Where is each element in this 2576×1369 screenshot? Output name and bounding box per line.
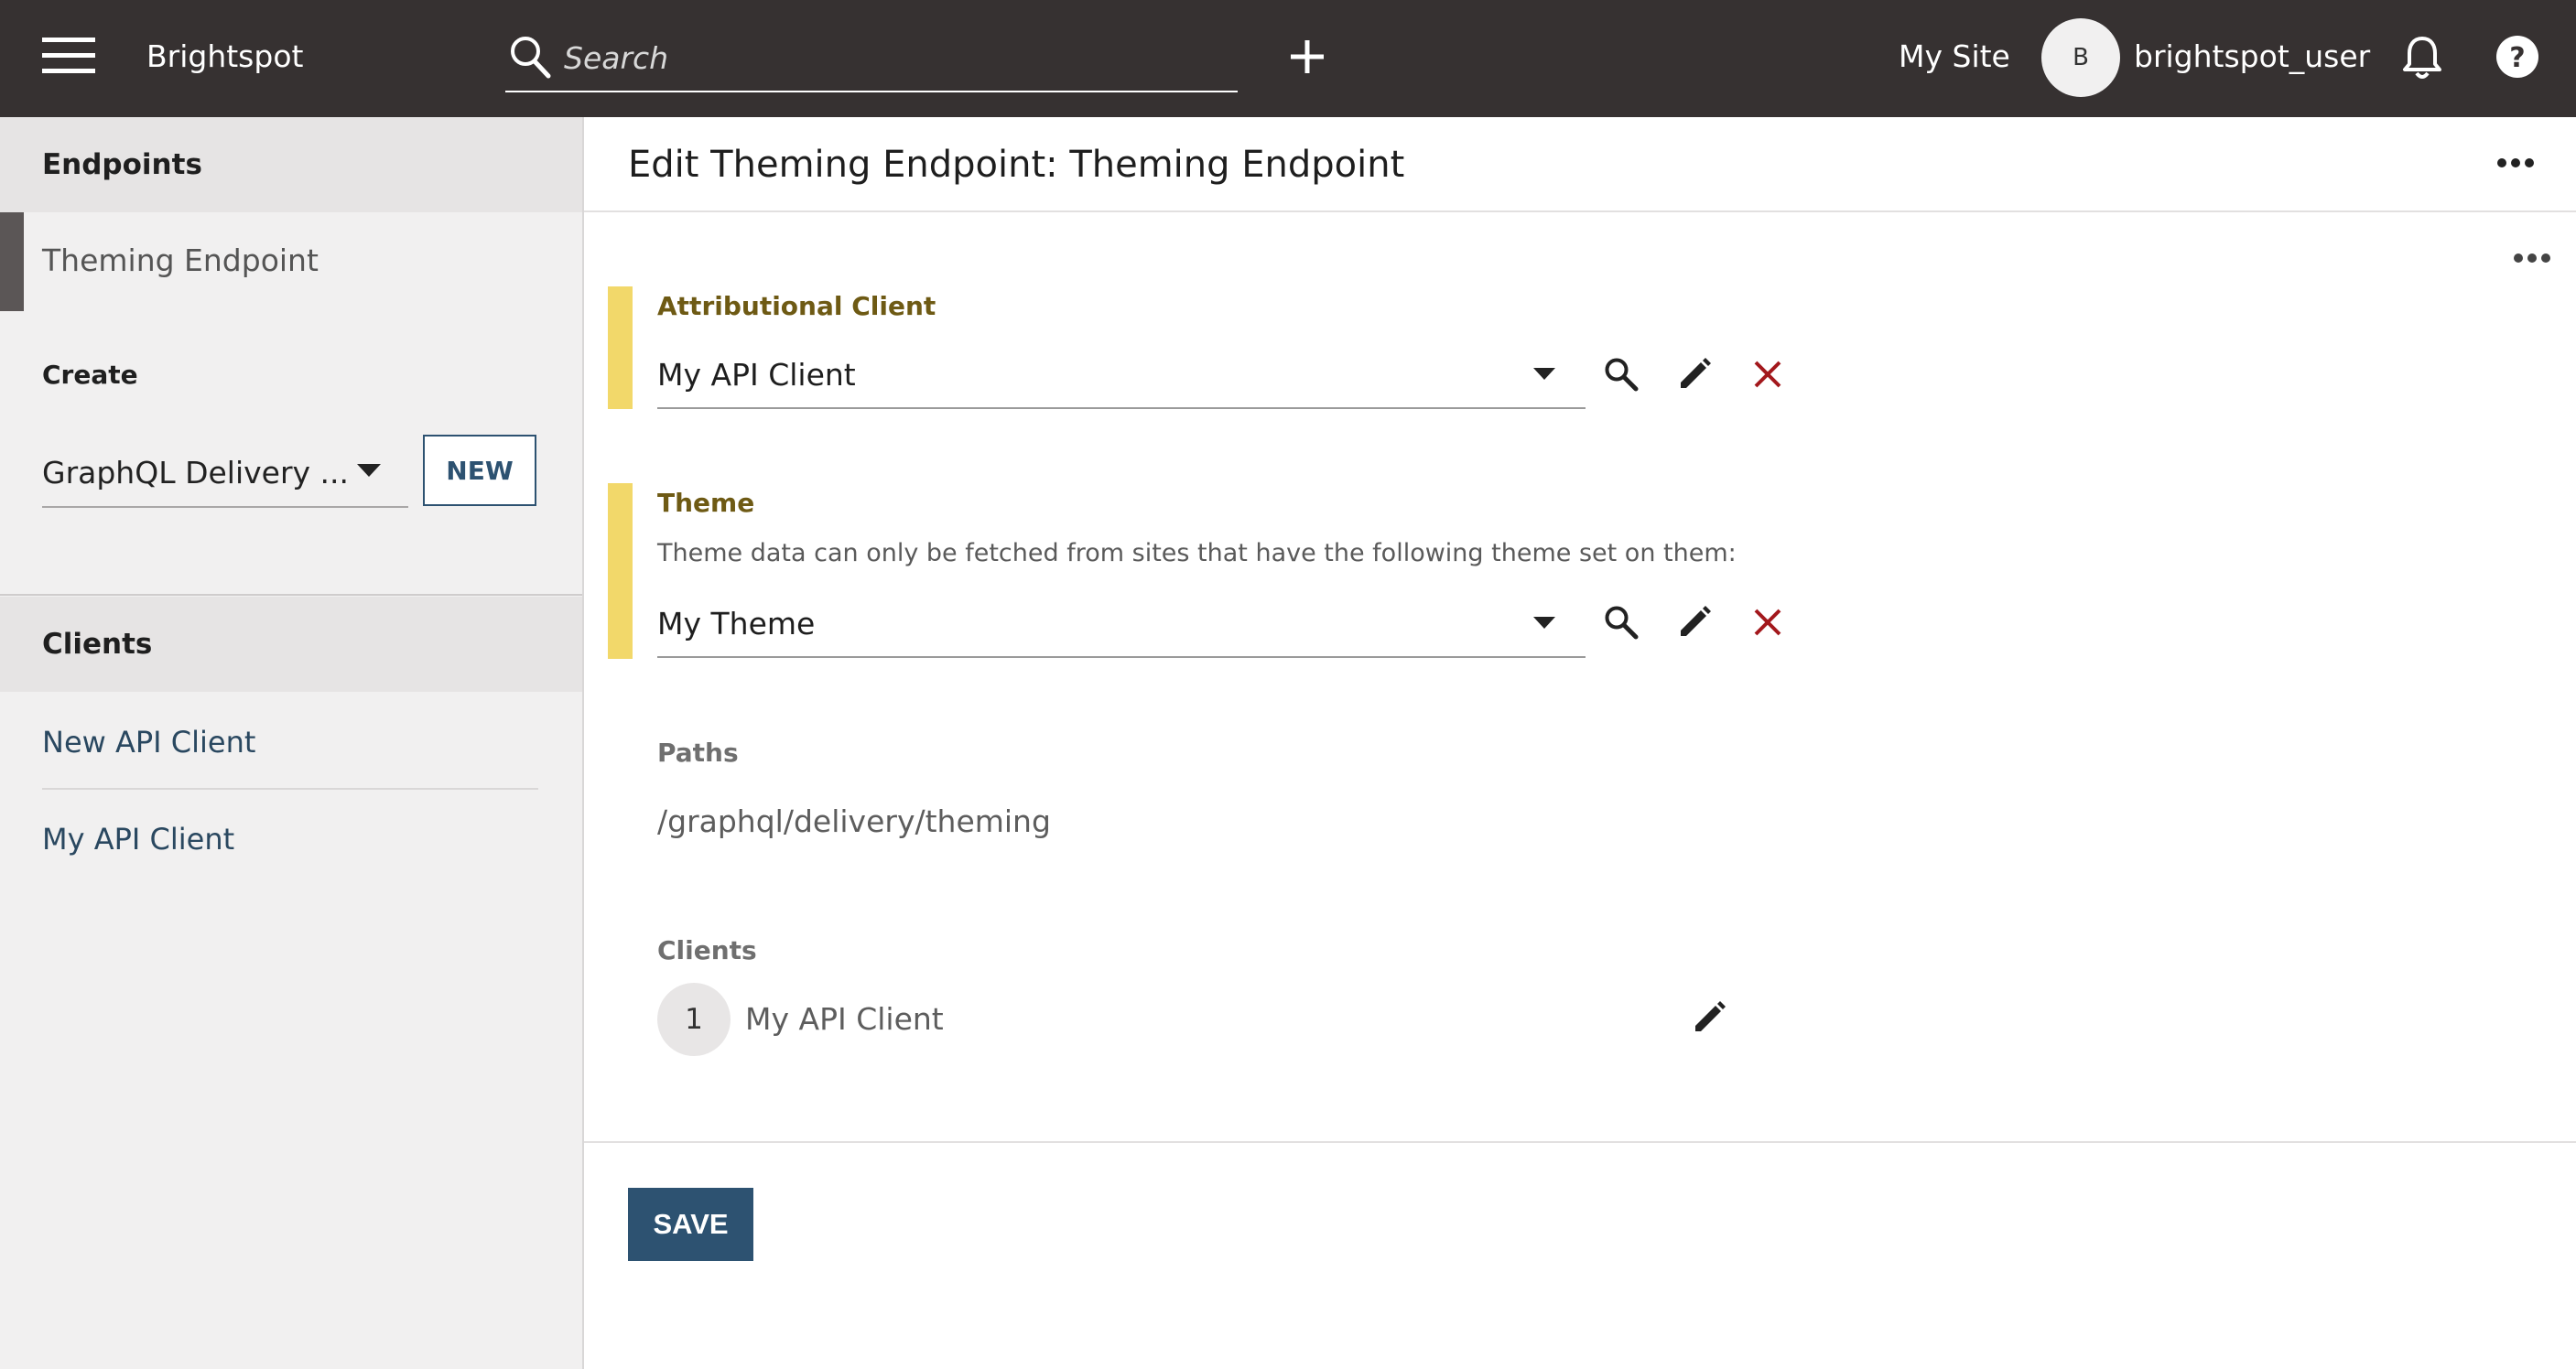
more-icon[interactable] xyxy=(2513,253,2551,264)
list-index-badge: 1 xyxy=(657,983,731,1056)
create-select-underline xyxy=(42,506,408,508)
search-input[interactable]: Search xyxy=(564,40,668,76)
dropdown-arrow-icon[interactable] xyxy=(1533,368,1555,380)
site-selector[interactable]: My Site xyxy=(1899,41,2010,71)
username[interactable]: brightspot_user xyxy=(2134,41,2370,71)
sidebar-item-theming-endpoint[interactable]: Theming Endpoint xyxy=(42,243,319,278)
sidebar-item-new-api-client[interactable]: New API Client xyxy=(42,725,255,760)
selected-indicator xyxy=(0,212,24,311)
page-title: Edit Theming Endpoint: Theming Endpoint xyxy=(628,144,1405,186)
save-button[interactable]: SAVE xyxy=(628,1188,753,1261)
list-divider xyxy=(42,788,538,790)
clients-label: Clients xyxy=(657,935,757,965)
svg-text:?: ? xyxy=(2509,42,2525,74)
select-underline xyxy=(657,656,1586,658)
attributional-client-select[interactable]: My API Client xyxy=(657,357,856,393)
attributional-client-label: Attributional Client xyxy=(657,291,936,321)
search-icon[interactable] xyxy=(509,35,551,79)
sidebar-divider xyxy=(0,594,582,596)
theme-select[interactable]: My Theme xyxy=(657,606,815,641)
create-type-select[interactable]: GraphQL Delivery ... xyxy=(42,455,349,490)
dropdown-arrow-icon[interactable] xyxy=(357,464,381,477)
menu-icon[interactable] xyxy=(42,35,95,77)
endpoints-heading: Endpoints xyxy=(42,148,202,181)
paths-label: Paths xyxy=(657,738,739,768)
edit-icon[interactable] xyxy=(1692,1000,1726,1035)
search-icon[interactable] xyxy=(1604,357,1639,392)
new-button[interactable]: NEW xyxy=(423,435,536,506)
close-icon[interactable] xyxy=(1753,608,1782,637)
paths-value: /graphql/delivery/theming xyxy=(657,803,1051,839)
create-label: Create xyxy=(42,360,138,390)
app-name[interactable]: Brightspot xyxy=(146,41,303,71)
search-underline xyxy=(505,91,1238,92)
form-footer-divider xyxy=(584,1141,2576,1143)
more-icon[interactable] xyxy=(2496,157,2535,168)
dropdown-arrow-icon[interactable] xyxy=(1533,617,1555,629)
avatar[interactable]: B xyxy=(2041,18,2120,97)
clients-heading: Clients xyxy=(42,628,153,661)
client-list-item: My API Client xyxy=(745,1001,944,1037)
select-underline xyxy=(657,407,1586,409)
sidebar-item-my-api-client[interactable]: My API Client xyxy=(42,822,234,857)
help-icon[interactable]: ? xyxy=(2495,35,2539,79)
edit-icon[interactable] xyxy=(1677,357,1712,392)
title-divider xyxy=(584,210,2576,212)
theme-label: Theme xyxy=(657,488,755,518)
bell-icon[interactable] xyxy=(2402,35,2442,81)
plus-icon[interactable] xyxy=(1291,40,1324,73)
theme-help-text: Theme data can only be fetched from site… xyxy=(657,539,1737,567)
field-marker xyxy=(608,286,633,409)
close-icon[interactable] xyxy=(1753,360,1782,389)
edit-icon[interactable] xyxy=(1677,605,1712,640)
search-icon[interactable] xyxy=(1604,605,1639,640)
field-marker xyxy=(608,483,633,659)
